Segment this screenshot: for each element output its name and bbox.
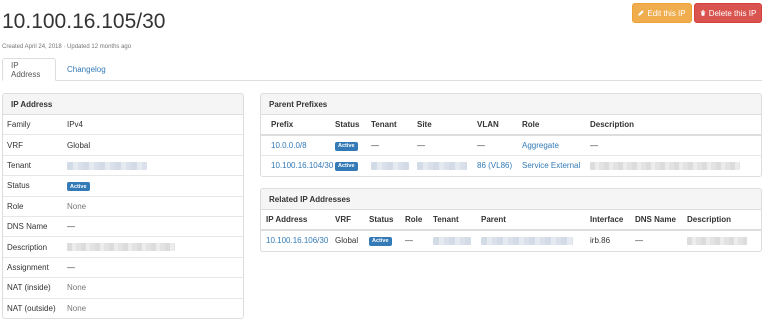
vlan-link[interactable]: 86 (VL86): [477, 161, 512, 170]
col-role: Role: [405, 210, 433, 231]
tenant-cell: —: [371, 135, 417, 156]
tab-bar: IP Address Changelog: [2, 58, 762, 81]
redacted-text: [687, 236, 747, 245]
assignment-label: Assignment: [7, 262, 49, 272]
ip-address-link[interactable]: 10.100.16.106/30: [266, 236, 328, 245]
role-label: Role: [7, 201, 24, 211]
redacted-text[interactable]: [481, 236, 573, 245]
row-family: Family IPv4: [3, 115, 243, 136]
delete-ip-button[interactable]: Delete this IP: [694, 3, 762, 23]
status-badge: Active: [335, 141, 358, 151]
row-status: Status Active: [3, 176, 243, 197]
vrf-label: VRF: [7, 140, 23, 150]
col-status: Status: [369, 210, 405, 231]
col-site: Site: [417, 115, 477, 136]
ip-address-panel-title: IP Address: [3, 94, 243, 115]
interface-cell: irb.86: [590, 236, 611, 245]
table-row: 10.0.0.0/8 Active — — — Aggregate —: [261, 135, 761, 156]
col-status: Status: [335, 115, 371, 136]
prefix-link[interactable]: 10.100.16.104/30: [271, 161, 333, 170]
tab-changelog[interactable]: Changelog: [59, 58, 114, 81]
description-value-redacted: [67, 243, 175, 252]
status-badge: Active: [369, 236, 392, 246]
col-description: Description: [590, 115, 761, 136]
page-title: 10.100.16.105/30: [2, 10, 166, 33]
site-cell: —: [417, 135, 477, 156]
col-vrf: VRF: [335, 210, 369, 231]
related-ip-addresses-title: Related IP Addresses: [261, 189, 761, 210]
parent-prefixes-table: Prefix Status Tenant Site VLAN Role Desc…: [261, 115, 761, 175]
delete-ip-label: Delete this IP: [708, 8, 757, 18]
role-value: None: [67, 201, 87, 211]
prefix-link[interactable]: 10.0.0.0/8: [271, 141, 307, 150]
row-nat-outside: NAT (outside) None: [3, 299, 243, 318]
related-ip-addresses-panel: Related IP Addresses IP Address VRF Stat…: [260, 188, 762, 252]
status-label: Status: [7, 181, 30, 191]
related-ip-addresses-table: IP Address VRF Status Role Tenant Parent…: [261, 210, 761, 250]
tab-ip-address[interactable]: IP Address: [2, 58, 56, 81]
redacted-text: [67, 161, 147, 170]
row-dns-name: DNS Name —: [3, 217, 243, 238]
nat-outside-value: None: [67, 304, 87, 314]
vrf-cell: Global: [335, 236, 359, 245]
family-value: IPv4: [67, 120, 84, 130]
vrf-value: Global: [67, 140, 91, 150]
redacted-text[interactable]: [417, 161, 467, 170]
vlan-cell: —: [477, 135, 522, 156]
nat-inside-value: None: [67, 283, 87, 293]
row-assignment: Assignment —: [3, 258, 243, 279]
col-ip-address: IP Address: [261, 210, 335, 231]
status-badge: Active: [335, 161, 358, 171]
parent-prefixes-panel: Parent Prefixes Prefix Status Tenant Sit…: [260, 93, 762, 177]
pencil-icon: [638, 10, 645, 16]
dns-name-label: DNS Name: [7, 222, 48, 232]
role-cell: —: [405, 236, 413, 245]
row-vrf: VRF Global: [3, 135, 243, 156]
col-tenant: Tenant: [371, 115, 417, 136]
description-label: Description: [7, 242, 48, 252]
row-nat-inside: NAT (inside) None: [3, 278, 243, 299]
col-role: Role: [522, 115, 590, 136]
trash-icon: [700, 10, 706, 16]
redacted-text: [590, 161, 740, 170]
col-vlan: VLAN: [477, 115, 522, 136]
table-header-row: IP Address VRF Status Role Tenant Parent…: [261, 210, 761, 231]
parent-prefixes-title: Parent Prefixes: [261, 94, 761, 115]
row-description: Description: [3, 237, 243, 258]
tenant-label: Tenant: [7, 160, 32, 170]
nat-inside-label: NAT (inside): [7, 283, 51, 293]
table-row: 10.100.16.106/30 Global Active — irb.86 …: [261, 230, 761, 250]
nat-outside-label: NAT (outside): [7, 304, 56, 314]
edit-ip-label: Edit this IP: [647, 8, 686, 18]
edit-ip-button[interactable]: Edit this IP: [632, 3, 692, 23]
dns-name-value: —: [67, 222, 75, 232]
col-description: Description: [687, 210, 761, 231]
tenant-value-redacted[interactable]: [67, 161, 147, 170]
ip-address-panel: IP Address Family IPv4 VRF Global Tenant…: [2, 93, 244, 319]
status-badge: Active: [67, 182, 90, 192]
col-tenant: Tenant: [433, 210, 481, 231]
col-parent: Parent: [481, 210, 590, 231]
description-cell: —: [590, 135, 761, 156]
row-tenant: Tenant: [3, 156, 243, 177]
table-row: 10.100.16.104/30 Active 86 (VL86) Servic…: [261, 155, 761, 175]
page-meta: Created April 24, 2018 · Updated 12 mont…: [2, 44, 132, 50]
family-label: Family: [7, 120, 31, 130]
col-dns-name: DNS Name: [635, 210, 687, 231]
table-header-row: Prefix Status Tenant Site VLAN Role Desc…: [261, 115, 761, 136]
col-prefix: Prefix: [261, 115, 335, 136]
redacted-text[interactable]: [371, 161, 409, 170]
dns-name-cell: —: [635, 236, 643, 245]
assignment-value: —: [67, 262, 75, 272]
role-link[interactable]: Aggregate: [522, 141, 559, 150]
redacted-text[interactable]: [433, 236, 471, 245]
col-interface: Interface: [590, 210, 635, 231]
redacted-text: [67, 243, 175, 252]
row-role: Role None: [3, 197, 243, 217]
role-link[interactable]: Service External: [522, 161, 580, 170]
